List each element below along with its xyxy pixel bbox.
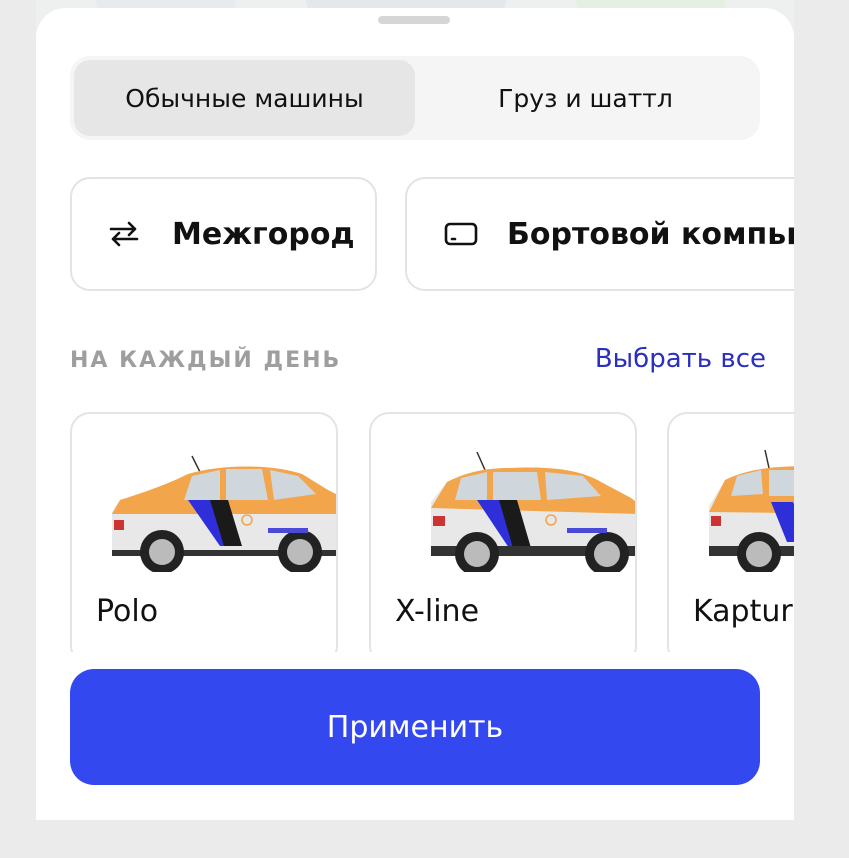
filter-chip-onboard-computer[interactable]: Бортовой компью [405,177,794,291]
car-image-sedan [112,455,336,572]
car-name: Polo [96,594,159,629]
select-all-link[interactable]: Выбрать все [595,344,766,374]
segment-regular-cars[interactable]: Обычные машины [74,60,415,136]
car-card-polo[interactable]: Polo [70,412,338,666]
chip-label: Бортовой компью [507,216,794,252]
filter-chip-intercity[interactable]: Межгород [70,177,377,291]
section-title: НА КАЖДЫЙ ДЕНЬ [70,348,342,373]
apply-button[interactable]: Применить [70,669,760,785]
tablet-icon [443,216,479,252]
car-image-crossover [709,449,794,572]
car-card-kaptur[interactable]: Kaptur [667,412,794,666]
bottom-sheet: Обычные машины Груз и шаттл Межгород Бор… [36,8,794,820]
swap-arrows-icon [106,216,142,252]
car-name: X-line [395,594,480,629]
chip-label: Межгород [172,216,355,252]
car-card-xline[interactable]: X-line [369,412,637,666]
car-type-segmented-control: Обычные машины Груз и шаттл [70,56,760,140]
segment-cargo-shuttle[interactable]: Груз и шаттл [415,60,756,136]
car-image-hatchback [431,451,635,572]
car-name: Kaptur [693,594,793,629]
sheet-grabber[interactable] [378,16,450,24]
